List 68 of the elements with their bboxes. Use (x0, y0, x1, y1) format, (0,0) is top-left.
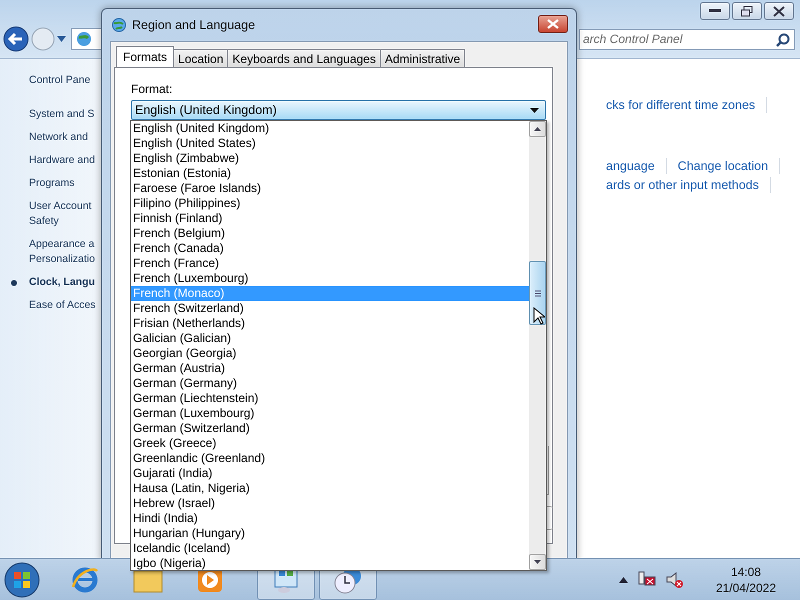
list-option[interactable]: Hebrew (Israel) (131, 496, 529, 511)
history-dropdown-icon[interactable] (57, 36, 66, 42)
restore-button[interactable] (732, 2, 762, 20)
list-option[interactable]: French (Belgium) (131, 226, 529, 241)
list-option[interactable]: Filipino (Philippines) (131, 196, 529, 211)
list-option[interactable]: Hausa (Latin, Nigeria) (131, 481, 529, 496)
scroll-up-button[interactable] (529, 121, 546, 137)
minimize-icon (709, 9, 721, 13)
list-option[interactable]: Hindi (India) (131, 511, 529, 526)
scroll-down-button[interactable] (529, 554, 546, 570)
list-option[interactable]: Greenlandic (Greenland) (131, 451, 529, 466)
tab[interactable]: Formats (116, 46, 174, 67)
list-option[interactable]: German (Liechtenstein) (131, 391, 529, 406)
show-hidden-icons-icon[interactable] (618, 577, 628, 583)
list-option[interactable]: Galician (Galician) (131, 331, 529, 346)
close-icon (547, 19, 559, 29)
minimize-button[interactable] (700, 2, 730, 20)
list-option[interactable]: Estonian (Estonia) (131, 166, 529, 181)
list-option[interactable]: German (Switzerland) (131, 421, 529, 436)
clock-date[interactable]: 21/04/2022 (716, 580, 776, 596)
task-link[interactable]: cks for different time zones (606, 98, 756, 112)
bullet-icon (11, 280, 17, 286)
list-option[interactable]: French (Canada) (131, 241, 529, 256)
list-option[interactable]: English (United States) (131, 136, 529, 151)
search-field[interactable]: arch Control Panel (579, 28, 795, 50)
task-link[interactable]: Change location (678, 159, 768, 173)
close-button[interactable] (764, 2, 794, 20)
list-option[interactable]: English (United Kingdom) (131, 121, 529, 136)
start-button[interactable] (4, 562, 40, 598)
list-option[interactable]: Faroese (Faroe Islands) (131, 181, 529, 196)
format-dropdown[interactable]: English (United Kingdom) (131, 100, 546, 120)
list-option[interactable]: Georgian (Georgia) (131, 346, 529, 361)
clock-time[interactable]: 14:08 (730, 564, 761, 580)
list-option[interactable]: Igbo (Nigeria) (131, 556, 529, 571)
list-option[interactable]: German (Luxembourg) (131, 406, 529, 421)
restore-icon (741, 6, 753, 16)
list-option[interactable]: Hungarian (Hungary) (131, 526, 529, 541)
list-option[interactable]: German (Austria) (131, 361, 529, 376)
format-label: Format: (131, 82, 174, 96)
muted-speaker-icon[interactable] (666, 571, 684, 589)
scrollbar[interactable] (529, 121, 546, 570)
back-icon[interactable] (3, 26, 29, 52)
list-option[interactable]: Icelandic (Iceland) (131, 541, 529, 556)
tab[interactable]: Keyboards and Languages (227, 49, 381, 67)
list-option[interactable]: French (Switzerland) (131, 301, 529, 316)
list-option[interactable]: German (Germany) (131, 376, 529, 391)
globe-icon (111, 17, 127, 33)
list-option[interactable]: Frisian (Netherlands) (131, 316, 529, 331)
scroll-thumb[interactable] (529, 261, 546, 325)
list-option[interactable]: French (France) (131, 256, 529, 271)
caret-icon (530, 108, 539, 112)
tab[interactable]: Administrative (380, 49, 466, 67)
down-arrow-icon (534, 560, 541, 564)
search-icon[interactable] (776, 32, 790, 46)
globe-icon (75, 30, 93, 48)
task-link[interactable]: ards or other input methods (606, 178, 759, 192)
up-arrow-icon (534, 127, 541, 131)
list-option[interactable]: English (Zimbabwe) (131, 151, 529, 166)
task-link[interactable]: anguage (606, 159, 655, 173)
list-option[interactable]: Finnish (Finland) (131, 211, 529, 226)
list-option[interactable]: Gujarati (India) (131, 466, 529, 481)
browser-icon[interactable] (70, 565, 100, 595)
close-icon (773, 6, 785, 16)
close-button[interactable] (538, 15, 568, 33)
list-option[interactable]: French (Luxembourg) (131, 271, 529, 286)
tab[interactable]: Location (173, 49, 228, 67)
list-option[interactable]: Greek (Greece) (131, 436, 529, 451)
window-title: Region and Language (132, 18, 256, 32)
